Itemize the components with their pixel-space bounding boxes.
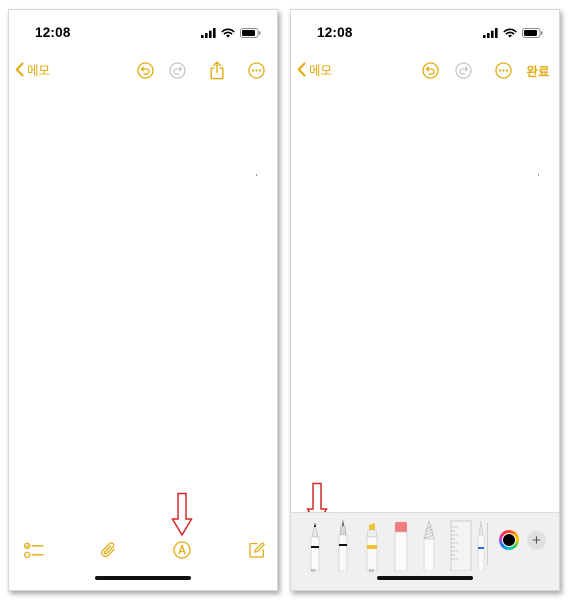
home-indicator[interactable] bbox=[377, 576, 473, 580]
checklist-icon bbox=[24, 542, 44, 558]
status-icons bbox=[201, 28, 261, 38]
undo-icon bbox=[421, 61, 439, 79]
done-label: 완료 bbox=[526, 64, 550, 79]
blue-pen-icon bbox=[477, 520, 485, 572]
color-picker[interactable] bbox=[499, 530, 519, 550]
wifi-icon bbox=[503, 28, 517, 38]
note-canvas-mark bbox=[255, 174, 257, 176]
notes-screen-markup-mode: 12:08 메모 완료 97 50 + bbox=[290, 9, 560, 591]
status-icons bbox=[483, 28, 543, 38]
ruler-tool[interactable] bbox=[449, 517, 473, 576]
undo-button[interactable] bbox=[420, 60, 440, 80]
status-bar: 12:08 bbox=[9, 10, 277, 52]
battery-icon bbox=[240, 28, 261, 38]
lasso-icon bbox=[423, 519, 435, 572]
eraser-icon bbox=[394, 522, 408, 572]
compose-icon bbox=[249, 542, 265, 558]
more-icon bbox=[247, 61, 265, 79]
fineliner-tool[interactable] bbox=[336, 517, 350, 576]
redo-button[interactable] bbox=[453, 60, 473, 80]
cellular-signal-icon bbox=[201, 28, 216, 38]
lasso-tool[interactable] bbox=[421, 517, 437, 576]
markup-button[interactable] bbox=[171, 539, 193, 561]
highlighter-opacity-label: 50 bbox=[369, 568, 375, 573]
more-button[interactable] bbox=[493, 60, 513, 80]
undo-icon bbox=[136, 61, 154, 79]
status-bar: 12:08 bbox=[291, 10, 559, 52]
share-button[interactable] bbox=[207, 60, 227, 80]
home-indicator[interactable] bbox=[95, 576, 191, 580]
annotation-arrow bbox=[171, 492, 193, 537]
battery-icon bbox=[522, 28, 543, 38]
back-chevron-icon bbox=[15, 62, 24, 77]
pen-icon bbox=[310, 522, 320, 572]
notes-screen-default: 12:08 메모 bbox=[8, 9, 278, 591]
pen-tool[interactable]: 97 bbox=[308, 517, 322, 576]
back-button[interactable]: 메모 bbox=[297, 60, 332, 79]
more-button[interactable] bbox=[246, 60, 266, 80]
note-canvas-mark bbox=[537, 174, 539, 176]
ruler-icon bbox=[450, 520, 472, 572]
back-button[interactable]: 메모 bbox=[15, 60, 50, 79]
eraser-tool[interactable] bbox=[393, 517, 409, 576]
markup-pen-icon bbox=[173, 541, 191, 559]
pen-width-label: 97 bbox=[311, 568, 317, 573]
highlighter-icon bbox=[366, 523, 378, 572]
cellular-signal-icon bbox=[483, 28, 498, 38]
redo-icon bbox=[454, 61, 472, 79]
compose-button[interactable] bbox=[246, 539, 268, 561]
status-time: 12:08 bbox=[35, 25, 71, 40]
redo-button[interactable] bbox=[167, 60, 187, 80]
checklist-button[interactable] bbox=[23, 539, 45, 561]
back-label: 메모 bbox=[309, 64, 333, 78]
add-tool-button[interactable]: + bbox=[527, 531, 546, 550]
redo-icon bbox=[168, 61, 186, 79]
undo-button[interactable] bbox=[135, 60, 155, 80]
back-chevron-icon bbox=[297, 62, 306, 77]
nav-bar: 메모 bbox=[9, 52, 277, 88]
drawing-tools-tray: 97 50 + bbox=[291, 512, 559, 590]
selected-color-swatch bbox=[502, 533, 516, 547]
more-icon bbox=[494, 61, 512, 79]
wifi-icon bbox=[221, 28, 235, 38]
highlighter-tool[interactable]: 50 bbox=[364, 517, 380, 576]
fineliner-icon bbox=[338, 519, 348, 572]
tray-divider bbox=[487, 523, 488, 565]
back-label: 메모 bbox=[27, 64, 51, 78]
attachment-button[interactable] bbox=[98, 539, 120, 561]
share-icon bbox=[210, 61, 224, 79]
extra-pen-tool[interactable] bbox=[477, 517, 485, 576]
bottom-toolbar bbox=[9, 535, 277, 565]
paperclip-icon bbox=[101, 541, 115, 557]
nav-bar: 메모 완료 bbox=[291, 52, 559, 88]
status-time: 12:08 bbox=[317, 25, 353, 40]
plus-icon: + bbox=[532, 532, 541, 549]
done-button[interactable]: 완료 bbox=[523, 60, 553, 80]
